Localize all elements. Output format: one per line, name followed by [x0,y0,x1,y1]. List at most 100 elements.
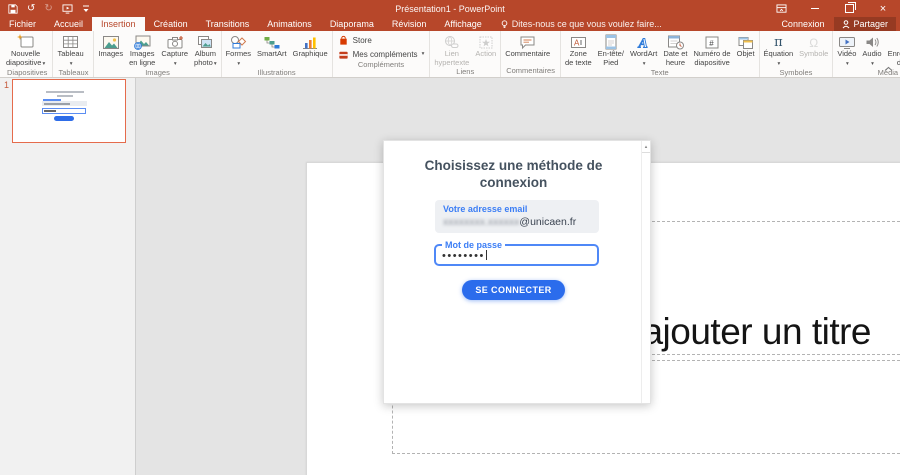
save-button[interactable] [8,4,18,14]
tab-transitions[interactable]: Transitions [197,17,259,31]
thumbnail-mini-title-line [46,91,84,93]
ribbon-group-images: Images Images en ligne Capture ▾ Album p… [94,31,221,77]
tab-accueil[interactable]: Accueil [45,17,92,31]
wordart-icon: A [636,33,652,50]
slide-thumbnail-panel: 1 [0,78,136,475]
smartart-icon [263,33,281,50]
shapes-icon [229,33,247,50]
ribbon-tab-row: Fichier Accueil Insertion Création Trans… [0,17,900,31]
online-pictures-button[interactable]: Images en ligne [126,32,158,67]
partager-button[interactable]: Partager [834,17,896,31]
symbol-button[interactable]: Ω Symbole [796,32,831,59]
chart-icon [301,33,319,50]
online-pictures-icon [133,33,151,50]
thumbnail-mini-email-text [44,103,70,105]
chart-button[interactable]: Graphique [290,32,331,59]
video-button[interactable]: Vidéo ▾ [834,32,859,68]
store-button[interactable]: Store [338,35,425,46]
photo-album-button[interactable]: Album photo▾ [191,32,220,68]
hyperlink-button[interactable]: Lien hypertexte [431,32,472,67]
customize-qat-button[interactable] [82,4,90,13]
password-field[interactable]: Mot de passe •••••••• [434,244,599,266]
save-icon [8,4,18,14]
group-label-tableaux: Tableaux [54,68,92,79]
email-field[interactable]: Votre adresse email xxxxxxxx.xxxxxx@unic… [435,200,599,233]
tab-diaporama[interactable]: Diaporama [321,17,383,31]
wordart-button[interactable]: A WordArt ▾ [627,32,660,68]
se-connecter-button[interactable]: SE CONNECTER [462,280,564,300]
group-label-commentaires: Commentaires [502,66,559,77]
equation-button[interactable]: π Équation ▾ [761,32,797,68]
partager-label: Partager [853,19,888,29]
ribbon-group-liens: Lien hypertexte Action Liens [430,31,501,77]
svg-text:#: # [709,39,714,48]
audio-icon [864,33,880,50]
slide-number-button[interactable]: # Numéro de diapositive [691,32,734,67]
audio-button[interactable]: Audio ▾ [859,32,884,68]
dropdown-caret-icon: ▾ [643,61,646,68]
start-slideshow-button[interactable] [62,4,73,14]
group-label-images: Images [95,68,219,79]
picture-icon [102,33,120,50]
tell-me-label: Dites-nous ce que vous voulez faire... [512,19,662,29]
minimize-button[interactable] [798,0,832,17]
scroll-up-arrow-icon[interactable]: ▴ [642,141,650,153]
close-button[interactable]: × [866,0,900,17]
table-button[interactable]: Tableau ▾ [54,32,86,68]
tab-fichier[interactable]: Fichier [0,17,45,31]
password-label: Mot de passe [442,240,505,250]
slide-1-thumbnail[interactable] [12,79,126,143]
login-dialog-title: Choisissez une méthode de connexion [384,157,643,191]
images-button[interactable]: Images [95,32,126,59]
screen-recording-button[interactable]: Enregistrement de l'écran [885,32,900,67]
tab-insertion[interactable]: Insertion [92,17,145,31]
dialog-scrollbar[interactable]: ▴ [641,141,650,403]
my-addins-label: Mes compléments [353,50,418,59]
email-label: Votre adresse email [443,204,591,214]
header-footer-button[interactable]: En-tête/ Pied [595,32,627,67]
password-value: •••••••• [442,250,487,262]
ribbon-group-diapositives: Nouvelle diapositive▾ Diapositives [2,31,53,77]
comment-button[interactable]: Commentaire [502,32,553,59]
smartart-button[interactable]: SmartArt [254,32,290,59]
addins-icon [338,49,349,60]
connexion-button[interactable]: Connexion [773,17,832,31]
login-dialog: Choisissez une méthode de connexion Votr… [383,140,651,404]
dropdown-caret-icon: ▾ [42,61,45,68]
hyperlink-icon [443,33,460,50]
object-button[interactable]: Objet [734,32,758,59]
group-label-illustrations: Illustrations [223,68,331,79]
dropdown-caret-icon: ▾ [214,61,217,68]
undo-button[interactable]: ↺ [27,4,35,14]
dropdown-caret-icon: ▾ [871,61,874,68]
collapse-ribbon-button[interactable] [881,64,895,74]
restore-button[interactable] [832,0,866,17]
action-button[interactable]: Action [472,32,499,59]
group-label-diapositives: Diapositives [3,68,51,79]
new-slide-button[interactable]: Nouvelle diapositive▾ [3,32,48,68]
redo-button[interactable]: ↻ [44,4,52,14]
ribbon-group-symboles: π Équation ▾ Ω Symbole Symboles [760,31,834,77]
svg-text:A: A [574,39,580,48]
group-label-complements: Compléments [334,60,429,71]
tab-affichage[interactable]: Affichage [435,17,490,31]
email-masked-part: xxxxxxxx.xxxxxx [443,216,519,228]
header-footer-icon [604,33,618,50]
tab-creation[interactable]: Création [145,17,197,31]
tab-animations[interactable]: Animations [258,17,321,31]
window-controls: × [764,0,900,17]
ribbon-group-complements: Store Mes compléments ▾ Compléments [333,31,431,77]
tell-me-box[interactable]: Dites-nous ce que vous voulez faire... [501,17,662,31]
shapes-button[interactable]: Formes ▾ [223,32,254,68]
my-addins-button[interactable]: Mes compléments ▾ [338,49,425,60]
screenshot-button[interactable]: Capture ▾ [158,32,191,68]
text-box-button[interactable]: A Zone de texte [562,32,595,67]
tab-revision[interactable]: Révision [383,17,436,31]
powerpoint-window: ↺ ↻ Présentation1 - PowerPoint × Fichier… [0,0,900,475]
ribbon-display-options-button[interactable] [764,0,798,17]
date-time-button[interactable]: Date et heure [660,32,690,67]
undo-icon: ↺ [27,4,35,14]
slide-number-icon: # [704,33,720,50]
new-slide-icon [17,33,35,50]
object-icon [737,33,754,50]
